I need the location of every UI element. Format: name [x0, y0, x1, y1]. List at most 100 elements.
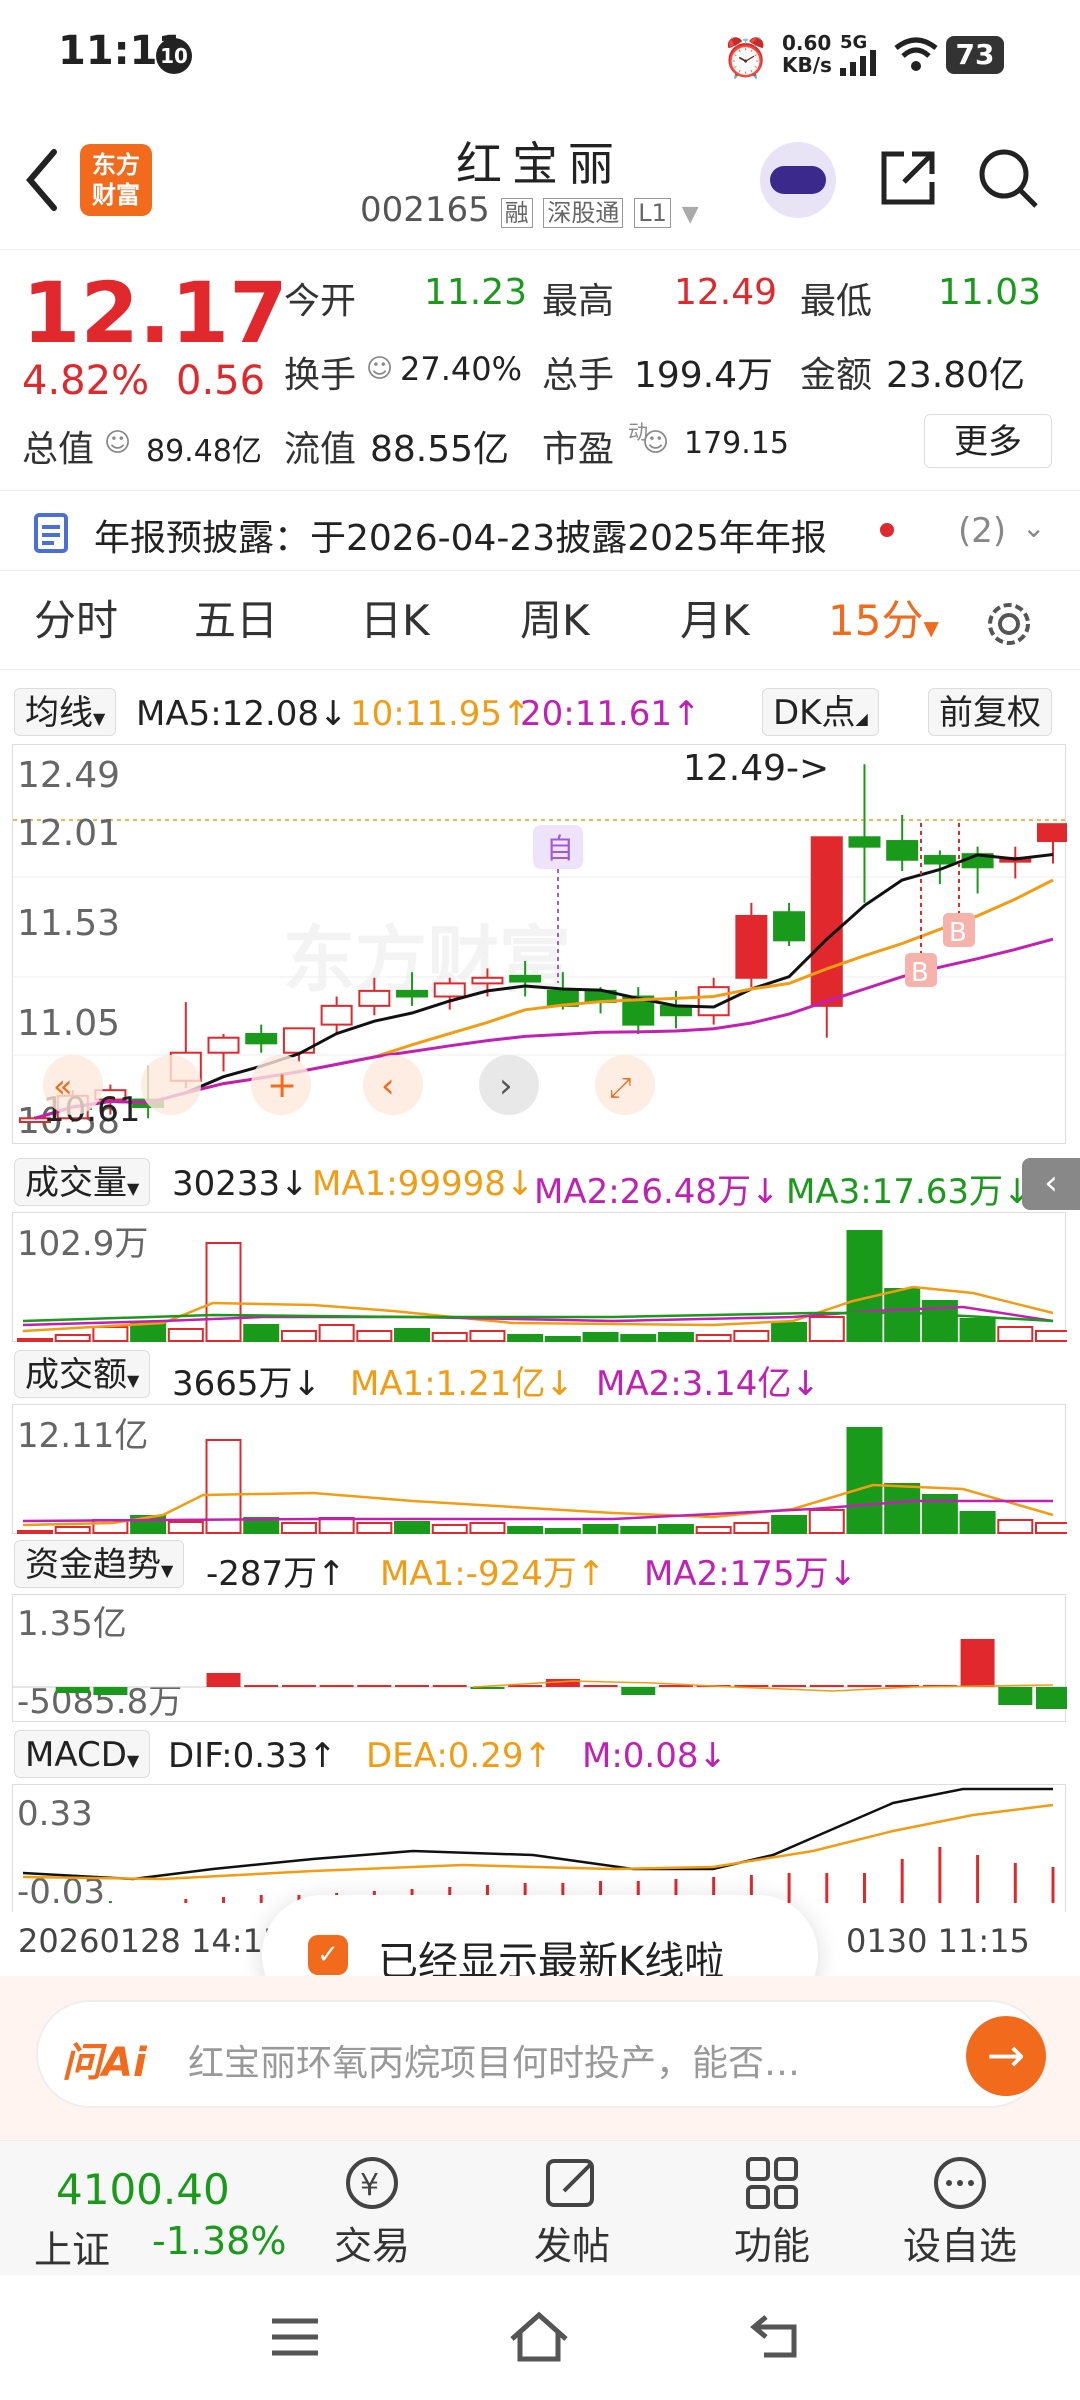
bar: [394, 1521, 431, 1534]
y-label: 11.05: [17, 1003, 120, 1044]
fund-bar: [621, 1687, 656, 1695]
bar: [431, 1332, 468, 1342]
volume-label: 总手: [542, 355, 615, 396]
y-label: 12.49: [17, 755, 120, 796]
quote-panel: 12.17 4.82% 0.56 今开 11.23 最高 12.49 最低 11…: [0, 250, 1080, 490]
more-button[interactable]: 更多: [924, 414, 1052, 468]
function-button[interactable]: 功能: [712, 2141, 832, 2270]
fund-selector[interactable]: 资金趋势▼: [14, 1540, 185, 1588]
app-mini-logo-icon: ✓: [308, 1935, 348, 1975]
fund-bar: [432, 1685, 467, 1687]
tab-five-day[interactable]: 五日: [194, 571, 278, 671]
document-icon: [34, 513, 68, 553]
ai-robot-icon[interactable]: [760, 142, 836, 218]
notice-text: 年报预披露：于2026-04-23披露2025年年报: [94, 518, 827, 559]
system-nav: [0, 2275, 1080, 2400]
dk-point-button[interactable]: DK点◢: [762, 688, 879, 736]
wifi-icon: [894, 37, 938, 71]
net-speed: 0.60 KB/s: [782, 31, 832, 77]
collapse-side-icon[interactable]: ‹: [1022, 1158, 1080, 1210]
candle: [848, 836, 881, 848]
tab-month-k[interactable]: 月K: [680, 571, 750, 671]
bar: [959, 1511, 996, 1534]
y-label: 12.01: [17, 813, 120, 854]
bar: [771, 1515, 808, 1534]
ai-placeholder: 红宝丽环氧丙烷项目何时投产，能否…: [188, 2043, 801, 2084]
ma-selector[interactable]: 均线▼: [14, 688, 117, 736]
bar: [884, 1483, 921, 1534]
ai-send-arrow-icon[interactable]: →: [966, 2016, 1046, 2096]
back-arrow-icon[interactable]: [22, 148, 62, 212]
bar: [54, 1526, 91, 1534]
signal-icon: [840, 50, 876, 76]
fund-bar: [55, 1687, 90, 1693]
share-icon[interactable]: [876, 146, 940, 210]
fund-legend: 资金趋势▼ -287万↑ MA1:-924万↑ MA2:175万↓: [0, 1540, 1080, 1594]
amount-selector[interactable]: 成交额▼: [14, 1350, 151, 1398]
ai-search-box[interactable]: 问Ai 红宝丽环氧丙烷项目何时投产，能否… →: [36, 2000, 1046, 2108]
back-icon[interactable]: [750, 2311, 806, 2361]
notice-bar[interactable]: 年报预披露：于2026-04-23披露2025年年报 (2) ⌄: [0, 490, 1080, 570]
add-watchlist-button[interactable]: 设自选: [900, 2141, 1020, 2270]
settings-gear-icon[interactable]: [984, 599, 1034, 649]
adjust-button[interactable]: 前复权: [928, 688, 1052, 736]
candle: [245, 1032, 278, 1045]
unread-dot: [880, 523, 894, 537]
candle: [358, 989, 391, 1007]
amount-panel[interactable]: 12.11亿: [12, 1404, 1071, 1534]
bar: [846, 1230, 883, 1342]
open-label: 今开: [284, 281, 357, 322]
fund-max: 1.35亿: [17, 1604, 127, 1644]
tab-15min[interactable]: 15分▼: [828, 571, 939, 671]
bar: [808, 1509, 845, 1534]
tab-week-k[interactable]: 周K: [520, 571, 590, 671]
trade-button[interactable]: ¥ 交易: [312, 2141, 432, 2270]
bar: [431, 1524, 468, 1534]
fund-panel[interactable]: 1.35亿 -5085.8万: [12, 1594, 1070, 1722]
menu-icon[interactable]: [270, 2315, 320, 2359]
tab-day-k[interactable]: 日K: [360, 571, 430, 671]
svg-text:¥: ¥: [360, 2168, 379, 2203]
stock-code-row[interactable]: 002165 融 深股通 L1 ▼: [360, 190, 699, 230]
level-tag: L1: [634, 198, 671, 228]
fund-bar: [357, 1685, 392, 1687]
brand-logo[interactable]: 东方 财富: [80, 144, 152, 216]
high-label: 最高: [542, 281, 615, 322]
macd-panel[interactable]: 0.33 -0.03: [12, 1784, 1066, 1912]
fund-bar: [281, 1685, 316, 1687]
fund-bar: [998, 1687, 1033, 1705]
volume-chart: 102.9万: [17, 1224, 1071, 1342]
search-icon[interactable]: [976, 146, 1040, 210]
svg-text:«: «: [53, 1067, 73, 1105]
amount-legend: 成交额▼ 3665万↓ MA1:1.21亿↓ MA2:3.14亿↓: [0, 1350, 1080, 1404]
current-price: 12.17: [22, 264, 288, 362]
bar: [695, 1334, 732, 1342]
index-quote[interactable]: 4100.40 上证 -1.38%: [20, 2159, 286, 2272]
bar: [356, 1522, 393, 1534]
kline-panel[interactable]: 东方财富 12.49 12.01 11.53 11.05 10.58 12.49…: [12, 744, 1069, 1144]
info-icon[interactable]: ☺: [642, 428, 669, 458]
bar: [544, 1336, 581, 1342]
macd-selector[interactable]: MACD▼: [14, 1730, 151, 1778]
candle: [509, 974, 542, 983]
post-button[interactable]: 发帖: [512, 2141, 632, 2270]
fund-bar: [583, 1685, 618, 1687]
bar: [469, 1522, 506, 1534]
mktcap-label: 总值: [22, 429, 95, 470]
info-icon[interactable]: ☺: [366, 354, 393, 384]
home-icon[interactable]: [506, 2309, 572, 2363]
volume-selector[interactable]: 成交量▼: [14, 1158, 151, 1206]
time-start: 20260128 14:15: [18, 1922, 284, 1960]
buy-marker-label: B: [949, 918, 967, 948]
status-bar: 11:11 10 ⏰ 0.60 KB/s 5G 73: [0, 0, 1080, 110]
volume-panel[interactable]: 102.9万: [12, 1212, 1071, 1342]
info-icon[interactable]: ☺: [104, 428, 131, 458]
ai-logo: 问Ai: [62, 2040, 147, 2086]
more-dots-icon: [934, 2157, 986, 2209]
stock-name: 红宝丽: [456, 137, 624, 191]
change-amt: 0.56: [176, 358, 266, 404]
bar: [884, 1288, 921, 1342]
tab-timeshare[interactable]: 分时: [34, 571, 118, 671]
bar: [167, 1328, 204, 1342]
volume-max: 102.9万: [17, 1224, 148, 1264]
